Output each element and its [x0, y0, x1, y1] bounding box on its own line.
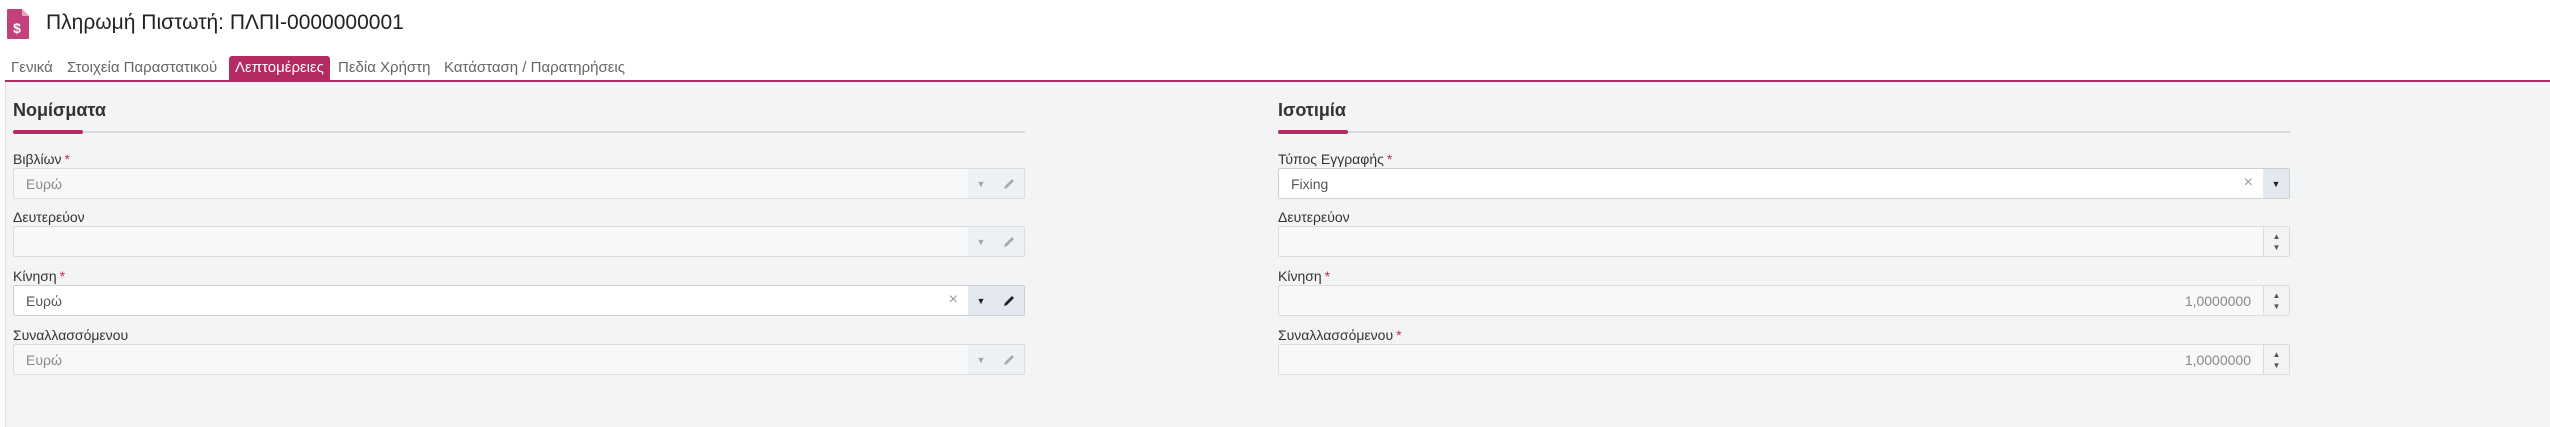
spin-down-icon[interactable]: ▼ — [2273, 242, 2281, 253]
section-accent — [13, 130, 83, 134]
currencies-section-title: Νομίσματα — [13, 100, 106, 120]
section-divider — [1278, 131, 2290, 133]
chevron-down-icon[interactable]: ▼ — [968, 345, 994, 374]
svg-text:$: $ — [13, 20, 21, 36]
spinner[interactable]: ▲ ▼ — [2263, 345, 2289, 374]
pencil-icon[interactable] — [994, 169, 1024, 198]
field-label-entry-type: Τύπος Εγγραφής * — [1278, 151, 1393, 167]
tab-general[interactable]: Γενικά — [5, 56, 59, 80]
field-label-movement: Κίνηση * — [13, 268, 66, 284]
counterparty-rate-input[interactable]: 1,0000000 ▲ ▼ — [1278, 344, 2290, 375]
pencil-icon[interactable] — [994, 345, 1024, 374]
spinner[interactable]: ▲ ▼ — [2263, 286, 2289, 315]
tab-status-notes[interactable]: Κατάσταση / Παρατηρήσεις — [438, 56, 631, 80]
tab-document-info[interactable]: Στοιχεία Παραστατικού — [61, 56, 223, 80]
field-label-counterparty-rate: Συναλλασσόμενου * — [1278, 327, 1402, 343]
tab-bar: Γενικά Στοιχεία Παραστατικού Λεπτομέρειε… — [0, 56, 2550, 82]
chevron-down-icon[interactable]: ▼ — [968, 286, 994, 315]
spin-up-icon[interactable]: ▲ — [2273, 349, 2281, 360]
spin-down-icon[interactable]: ▼ — [2273, 301, 2281, 312]
page-header: $ Πληρωμή Πιστωτή: ΠΛΠΙ-0000000001 — [0, 0, 2550, 52]
entry-type-select[interactable]: Fixing × ▼ — [1278, 168, 2290, 199]
document-dollar-icon: $ — [7, 9, 29, 39]
books-currency-select[interactable]: Ευρώ ▼ — [13, 168, 1025, 199]
spin-down-icon[interactable]: ▼ — [2273, 360, 2281, 371]
page-title: Πληρωμή Πιστωτή: ΠΛΠΙ-0000000001 — [46, 11, 404, 34]
tab-details[interactable]: Λεπτομέρειες — [229, 56, 330, 80]
secondary-currency-select[interactable]: ▼ — [13, 226, 1025, 257]
secondary-rate-input[interactable]: ▲ ▼ — [1278, 226, 2290, 257]
section-divider — [13, 131, 1025, 133]
clear-icon[interactable]: × — [949, 291, 958, 309]
clear-icon[interactable]: × — [2244, 174, 2253, 192]
chevron-down-icon[interactable]: ▼ — [2263, 169, 2289, 198]
counterparty-currency-select[interactable]: Ευρώ ▼ — [13, 344, 1025, 375]
details-panel: Νομίσματα Βιβλίων * Ευρώ ▼ Δευτερεύον ▼ Κ… — [5, 82, 2550, 427]
pencil-icon[interactable] — [994, 286, 1024, 315]
field-label-secondary: Δευτερεύον — [13, 209, 85, 225]
tab-user-fields[interactable]: Πεδία Χρήστη — [332, 56, 436, 80]
chevron-down-icon[interactable]: ▼ — [968, 227, 994, 256]
movement-rate-input[interactable]: 1,0000000 ▲ ▼ — [1278, 285, 2290, 316]
field-label-books: Βιβλίων * — [13, 151, 70, 167]
section-accent — [1278, 130, 1348, 134]
spin-up-icon[interactable]: ▲ — [2273, 231, 2281, 242]
movement-currency-select[interactable]: Ευρώ × ▼ — [13, 285, 1025, 316]
spin-up-icon[interactable]: ▲ — [2273, 290, 2281, 301]
spinner[interactable]: ▲ ▼ — [2263, 227, 2289, 256]
field-label-movement-rate: Κίνηση * — [1278, 268, 1331, 284]
exchange-rate-section-title: Ισοτιμία — [1278, 100, 1346, 120]
field-label-secondary-rate: Δευτερεύον — [1278, 209, 1350, 225]
chevron-down-icon[interactable]: ▼ — [968, 169, 994, 198]
field-label-counterparty: Συναλλασσόμενου — [13, 327, 129, 343]
pencil-icon[interactable] — [994, 227, 1024, 256]
